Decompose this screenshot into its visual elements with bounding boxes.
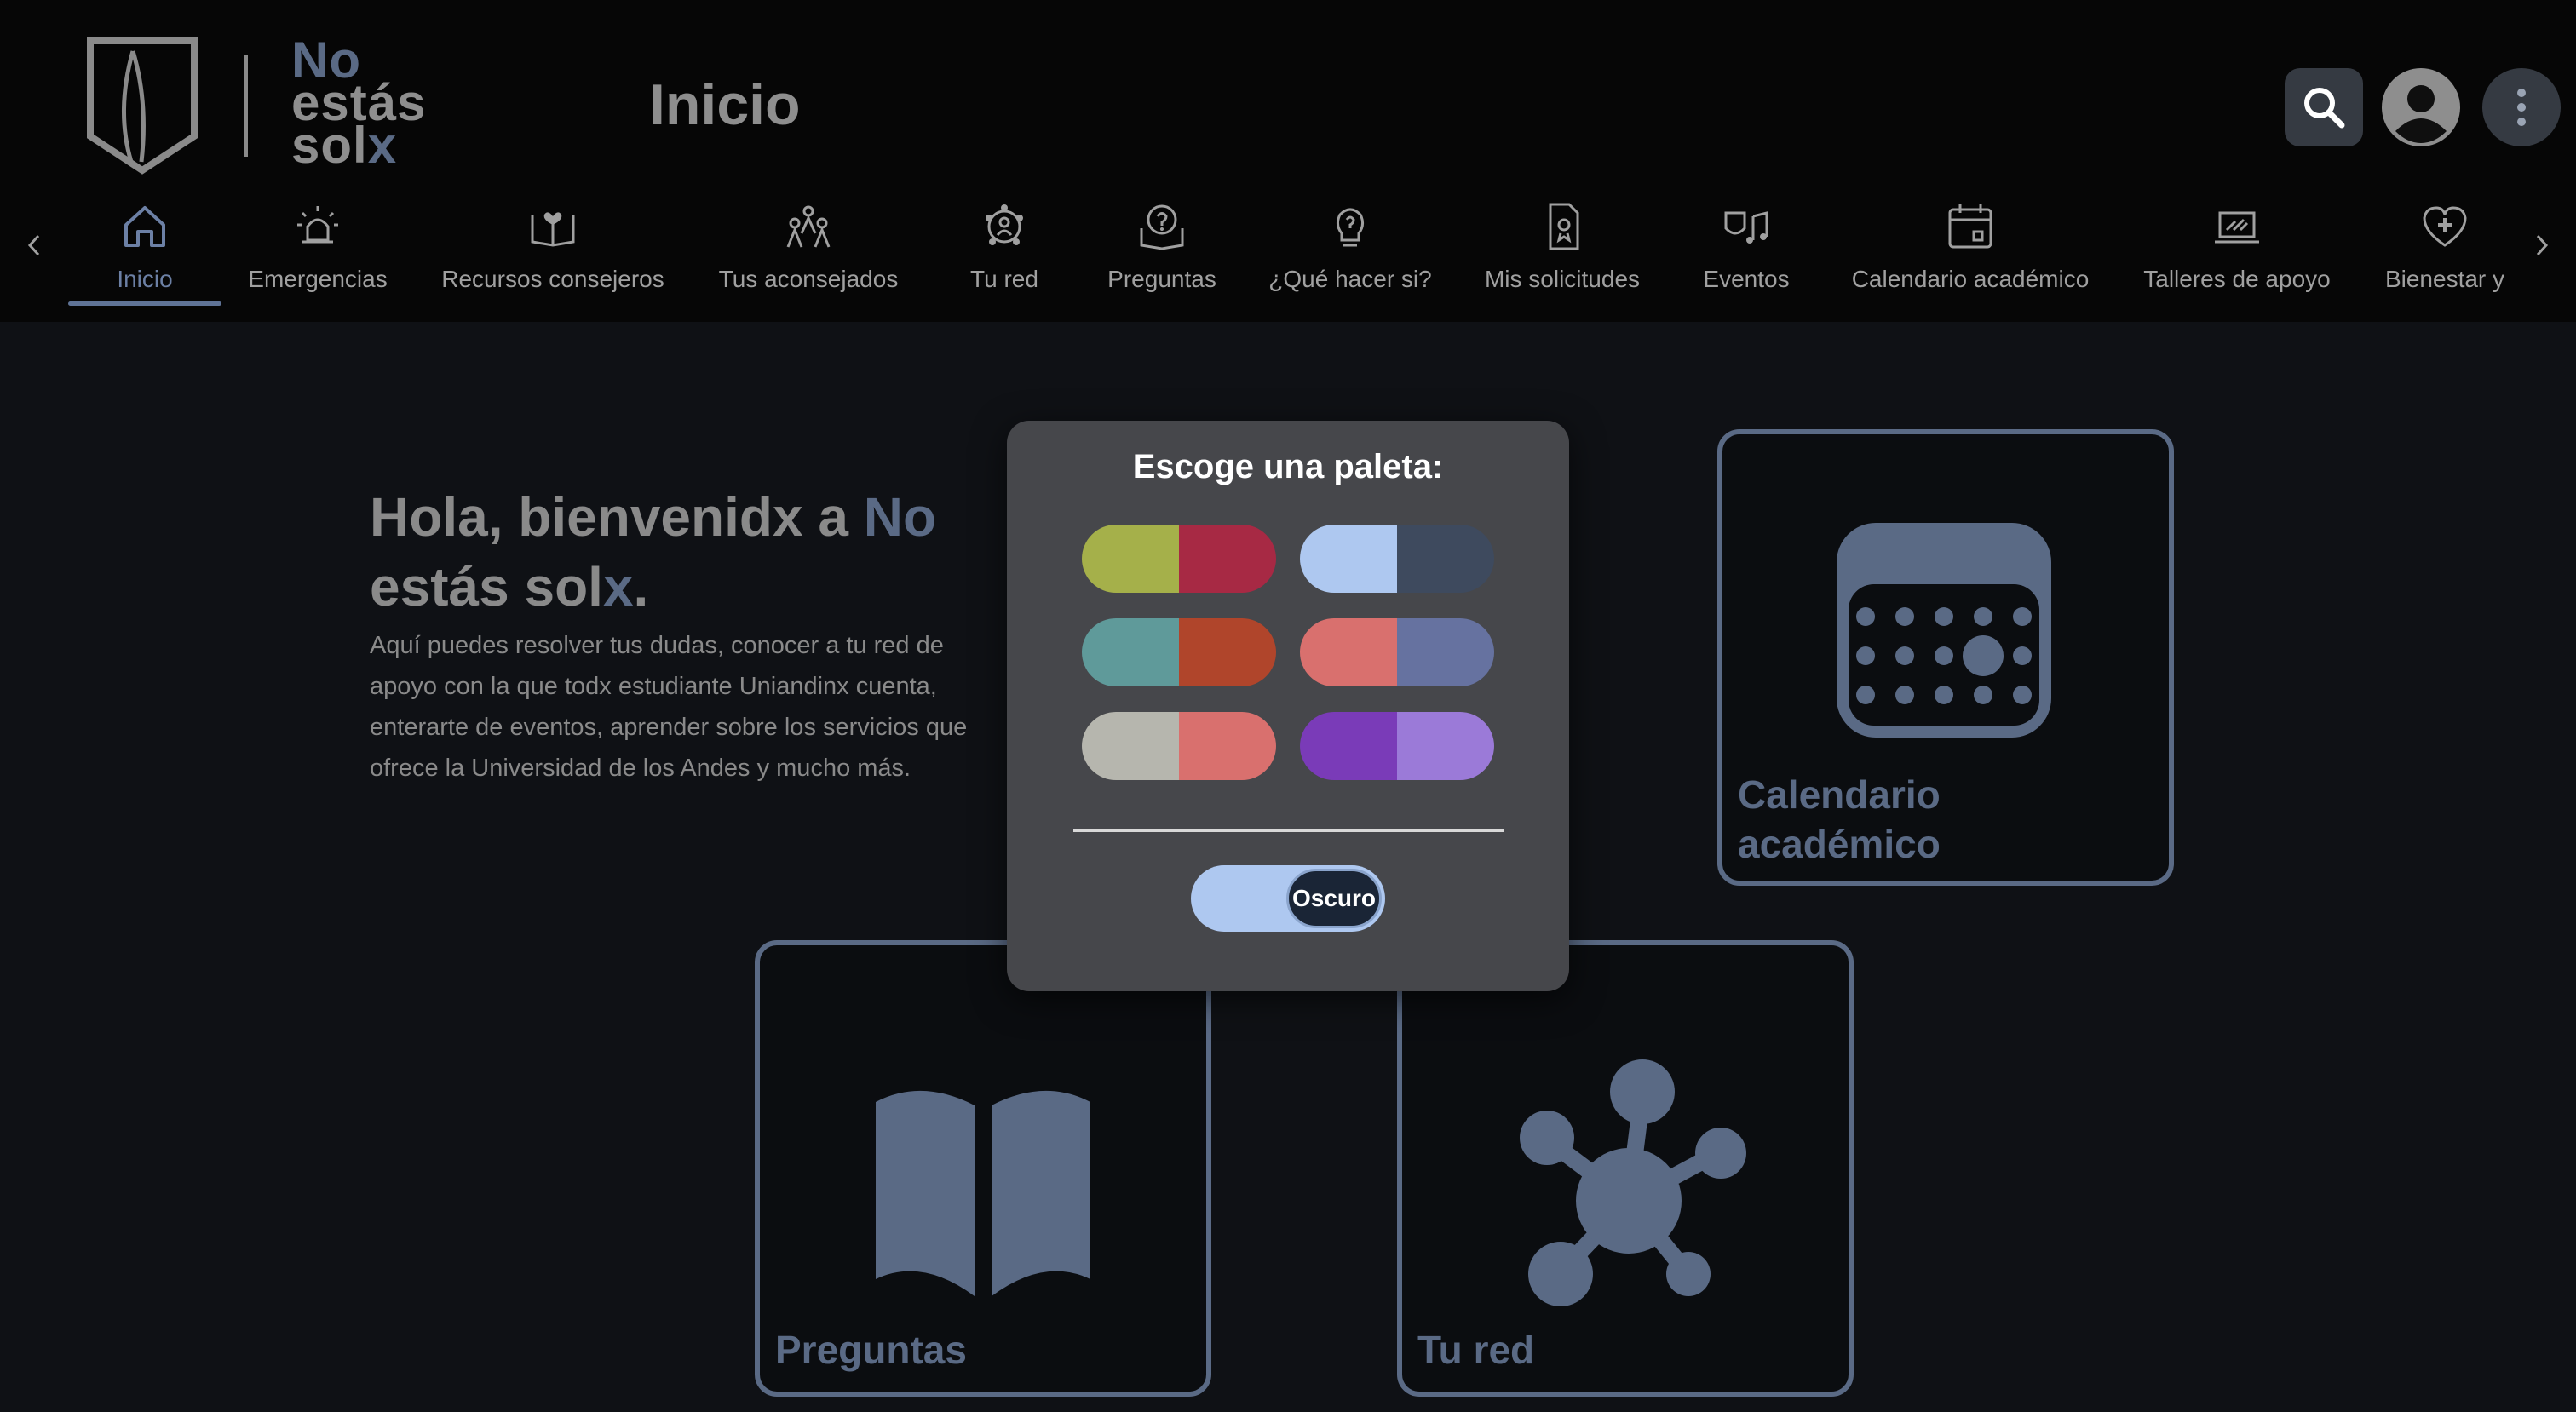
welcome-heading-accent: No <box>863 486 937 548</box>
search-icon <box>2304 88 2345 129</box>
swatch-color-secondary <box>1179 618 1276 686</box>
welcome-heading-part: Hola, bienvenidx a <box>370 486 864 548</box>
palette-swatch-1[interactable] <box>1082 525 1276 593</box>
welcome-heading-part: . <box>633 556 649 617</box>
welcome-description: Aquí puedes resolver tus dudas, conocer … <box>370 632 968 782</box>
welcome-heading-part: estás sol <box>370 556 603 617</box>
nav-label: Recursos consejeros <box>441 266 664 292</box>
app-logo-text[interactable]: No estás solx <box>291 35 426 171</box>
palette-modal-title: Escoge una paleta: <box>1132 448 1444 485</box>
people-group-icon <box>786 205 831 248</box>
swatch-color-secondary <box>1397 712 1494 780</box>
nav-label: Bienestar y <box>2384 266 2505 292</box>
nav-item-talleres-de-apoyo[interactable]: Talleres de apoyo <box>2143 192 2331 308</box>
active-tab-indicator <box>68 301 221 306</box>
network-card[interactable]: Tu red <box>1397 940 1854 1397</box>
nav-scroll-right-button[interactable] <box>2525 227 2559 264</box>
lightbulb-question-icon <box>1336 208 1365 247</box>
nav-label: Emergencias <box>248 266 388 292</box>
palette-swatch-3[interactable] <box>1082 618 1276 686</box>
welcome-heading: Hola, bienvenidx a No estás solx. <box>370 482 1017 622</box>
nav-item-emergencias[interactable]: Emergencias <box>248 192 388 308</box>
alarm-light-icon <box>297 206 338 244</box>
page-title: Inicio <box>649 72 801 137</box>
more-vertical-icon <box>2517 89 2526 126</box>
swatch-color-primary <box>1300 712 1397 780</box>
open-book-heart-icon <box>531 212 575 247</box>
chevron-left-icon <box>27 234 40 256</box>
swatch-color-primary <box>1300 618 1397 686</box>
more-options-button[interactable] <box>2482 68 2561 146</box>
nav-item-inicio[interactable]: Inicio <box>94 192 196 308</box>
laptop-workshop-icon <box>2215 211 2259 244</box>
nav-item-que-hacer-si[interactable]: ¿Qué hacer si? <box>1268 192 1432 308</box>
palette-swatch-5[interactable] <box>1082 712 1276 780</box>
search-button[interactable] <box>2285 68 2363 146</box>
swatch-color-primary <box>1082 618 1179 686</box>
calendar-card[interactable]: Calendario académico <box>1717 429 2174 886</box>
nav-item-bienestar[interactable]: Bienestar y <box>2383 192 2506 308</box>
welcome-heading-accent: x <box>602 556 634 617</box>
palette-swatch-2[interactable] <box>1300 525 1494 593</box>
dark-mode-toggle[interactable]: Oscuro <box>1191 865 1385 932</box>
calendar-card-label: Calendario académico <box>1738 772 1941 866</box>
user-avatar-icon <box>2383 70 2458 145</box>
document-request-icon <box>1549 203 1579 250</box>
modal-divider <box>1073 829 1504 832</box>
home-icon <box>124 206 165 247</box>
nav-item-recursos-consejeros[interactable]: Recursos consejeros <box>440 192 666 308</box>
top-header: No estás solx Inicio Inicio Emergencias … <box>0 0 2576 322</box>
swatch-color-primary <box>1082 525 1179 593</box>
swatch-color-secondary <box>1179 712 1276 780</box>
network-person-icon <box>986 204 1023 245</box>
nav-label: Inicio <box>117 266 173 292</box>
swatch-color-primary <box>1300 525 1397 593</box>
nav-label: Mis solicitudes <box>1484 266 1641 292</box>
nav-label: Tus aconsejados <box>718 266 899 292</box>
swatch-color-secondary <box>1179 525 1276 593</box>
nav-item-tus-aconsejados[interactable]: Tus aconsejados <box>717 192 900 308</box>
theater-music-icon <box>1724 211 1768 244</box>
nav-label: ¿Qué hacer si? <box>1268 266 1432 292</box>
palette-picker-modal: Escoge una paleta: Oscuro <box>1007 421 1569 991</box>
open-book-icon <box>876 1090 1090 1296</box>
nav-item-tu-red[interactable]: Tu red <box>957 192 1051 308</box>
nav-label: Talleres de apoyo <box>2143 266 2331 292</box>
nav-item-preguntas[interactable]: Preguntas <box>1104 192 1220 308</box>
swatch-color-secondary <box>1397 618 1494 686</box>
logo-line-x: x <box>367 117 398 174</box>
nav-item-mis-solicitudes[interactable]: Mis solicitudes <box>1481 192 1644 308</box>
calendar-icon <box>1948 204 1992 249</box>
nav-label: Calendario académico <box>1851 266 2090 292</box>
nav-item-calendario-academico[interactable]: Calendario académico <box>1847 192 2094 308</box>
questions-card-label: Preguntas <box>775 1328 967 1372</box>
nav-scroll-left-button[interactable] <box>17 227 51 264</box>
network-card-label: Tu red <box>1417 1328 1535 1372</box>
chevron-right-icon <box>2536 234 2549 256</box>
questions-card[interactable]: Preguntas <box>755 940 1211 1397</box>
nav-label: Preguntas <box>1107 266 1216 292</box>
network-hub-icon <box>1520 1059 1746 1306</box>
palette-swatch-4[interactable] <box>1300 618 1494 686</box>
nav-label: Eventos <box>1703 266 1790 292</box>
question-book-icon <box>1140 204 1184 250</box>
dark-mode-toggle-knob: Oscuro <box>1286 869 1382 928</box>
swatch-color-secondary <box>1397 525 1494 593</box>
nav-label: Tu red <box>970 266 1038 292</box>
university-shield-logo[interactable] <box>82 34 203 175</box>
logo-line-sol: sol <box>291 117 368 174</box>
user-avatar-button[interactable] <box>2382 68 2460 146</box>
heart-plus-icon <box>2423 206 2467 247</box>
swatch-color-primary <box>1082 712 1179 780</box>
nav-item-eventos[interactable]: Eventos <box>1699 192 1794 308</box>
palette-swatch-6[interactable] <box>1300 712 1494 780</box>
calendar-icon <box>1837 523 2051 738</box>
logo-divider <box>244 55 248 157</box>
